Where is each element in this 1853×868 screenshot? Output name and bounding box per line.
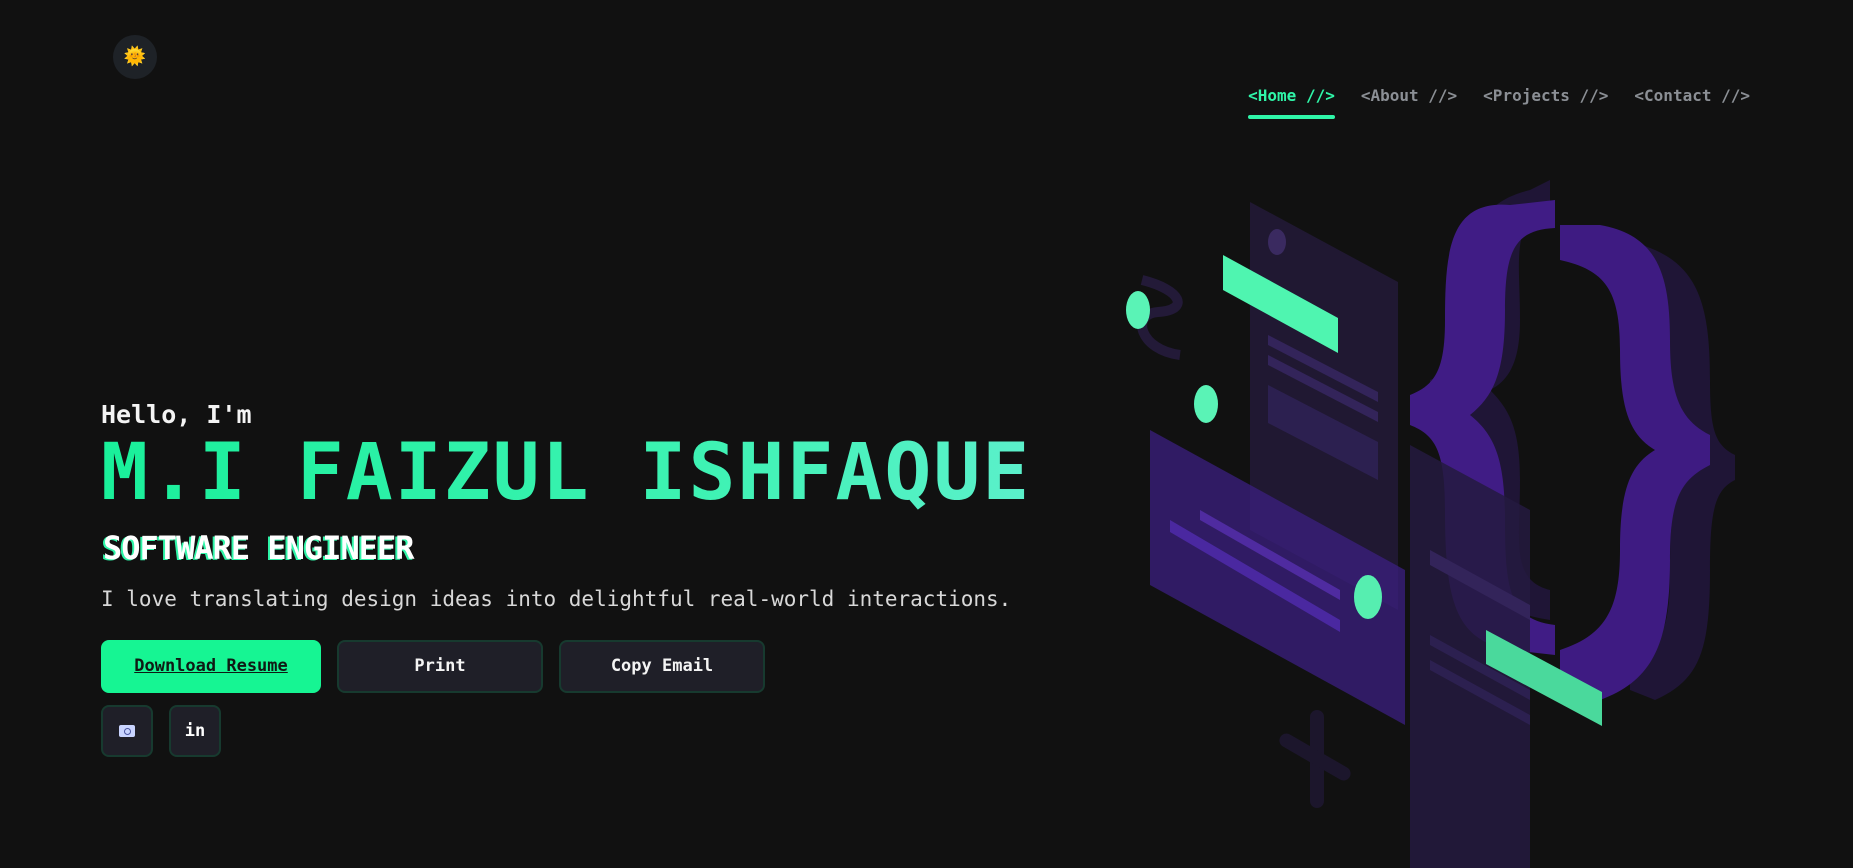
- nav-contact[interactable]: <Contact //>: [1634, 86, 1750, 119]
- print-button[interactable]: Print: [337, 639, 543, 693]
- download-resume-button[interactable]: Download Resume: [101, 639, 321, 693]
- code-braces-illustration: [1126, 180, 1735, 868]
- linkedin-icon: in: [184, 720, 206, 741]
- greeting: Hello, I'm: [101, 400, 252, 429]
- hero-section: Hello, I'm M.I FAIZUL ISHFAQUE SOFTWARE …: [101, 400, 1101, 757]
- linkedin-link[interactable]: in: [169, 704, 221, 757]
- main-nav: <Home //> <About //> <Projects //> <Cont…: [1248, 86, 1750, 119]
- action-buttons: Download Resume Print Copy Email: [101, 639, 1101, 693]
- nav-home[interactable]: <Home //>: [1248, 86, 1335, 119]
- sun-icon: 🌞: [123, 46, 147, 67]
- hero-name: M.I FAIZUL ISHFAQUE: [101, 432, 1101, 515]
- nav-about[interactable]: <About //>: [1361, 86, 1457, 119]
- role-title-text: SOFTWARE ENGINEER: [103, 528, 415, 567]
- tagline: I love translating design ideas into del…: [101, 586, 1012, 611]
- nav-projects[interactable]: <Projects //>: [1483, 86, 1608, 119]
- email-icon: [119, 724, 135, 737]
- copy-email-button[interactable]: Copy Email: [559, 639, 765, 693]
- social-links: in: [101, 704, 1101, 757]
- email-link[interactable]: [101, 704, 153, 757]
- site-logo[interactable]: 🌞: [113, 35, 157, 79]
- role-title: SOFTWARE ENGINEER SOFTWARE ENGINEER: [101, 529, 1101, 569]
